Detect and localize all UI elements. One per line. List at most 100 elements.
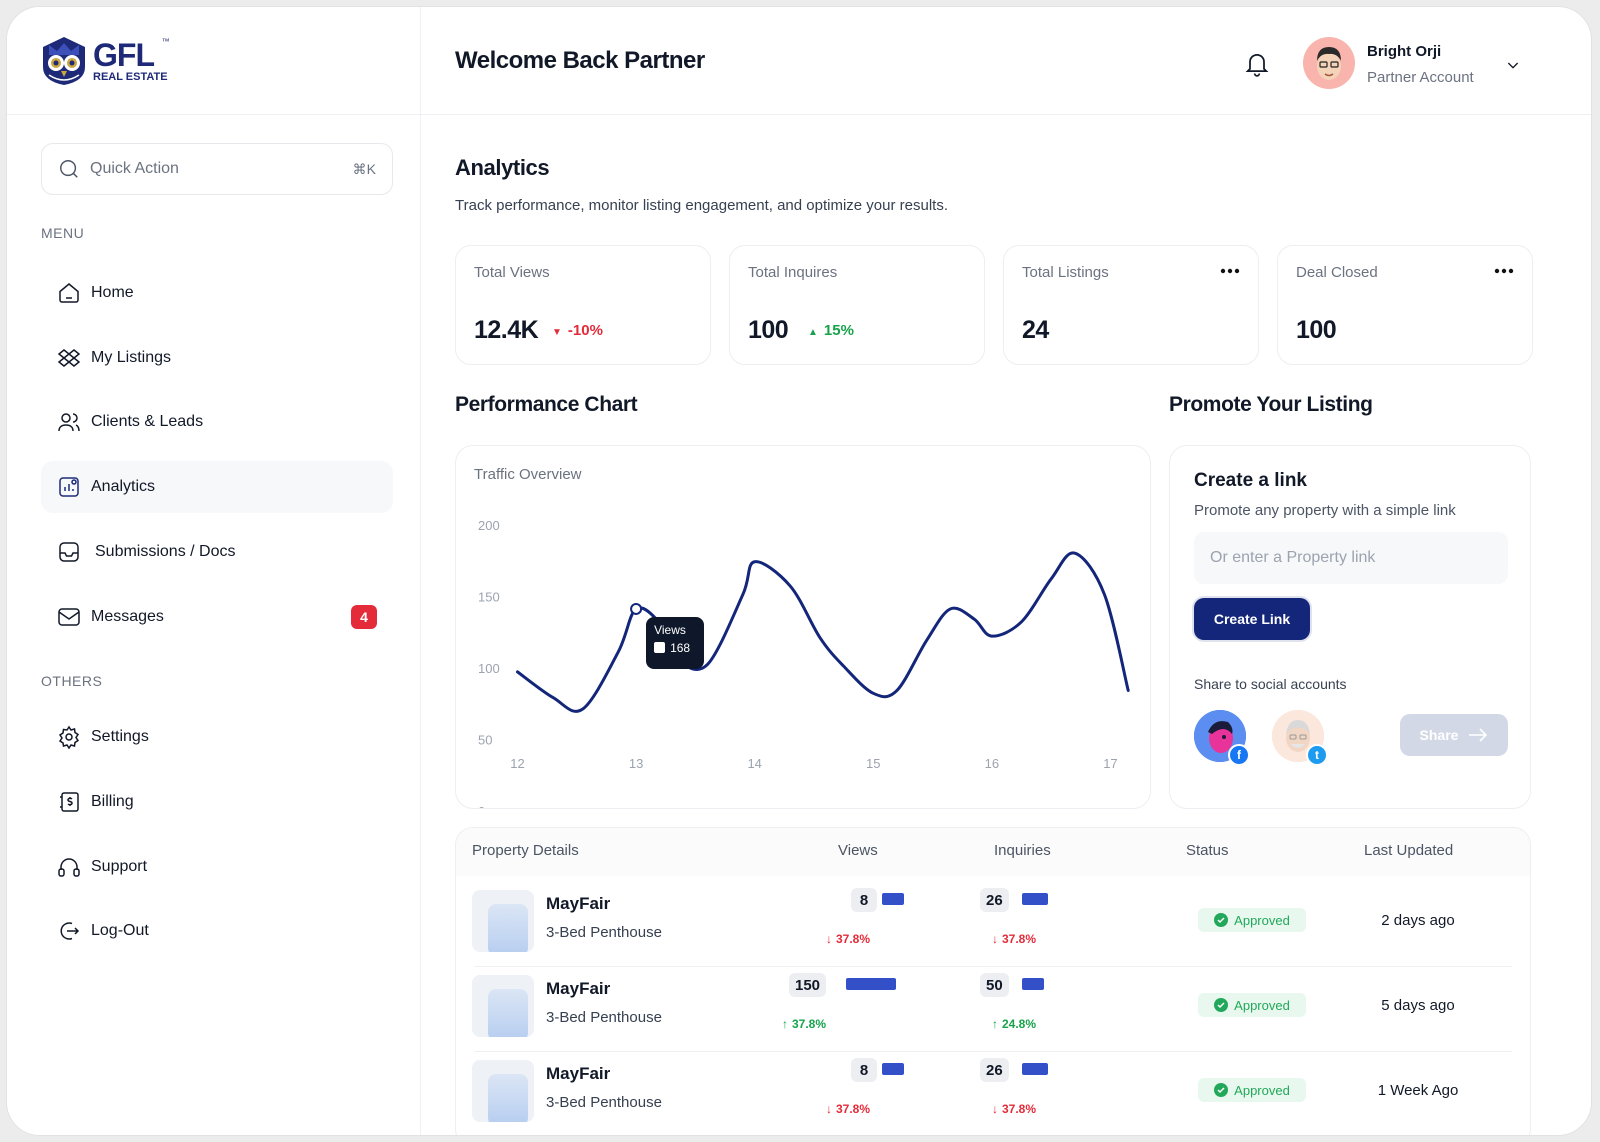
sidebar-item-home[interactable]: Home [41, 267, 393, 319]
others-label: OTHERS [41, 673, 103, 689]
share-button[interactable]: Share [1400, 714, 1508, 756]
sidebar-item-messages[interactable]: Messages 4 [41, 591, 393, 643]
gear-icon [58, 725, 80, 749]
sidebar-item-analytics[interactable]: Analytics [41, 461, 393, 513]
sidebar-item-log-out[interactable]: Log-Out [41, 905, 393, 957]
chevron-down-icon[interactable] [1505, 57, 1521, 73]
social-account-facebook[interactable]: f [1194, 710, 1250, 766]
performance-title: Performance Chart [455, 393, 638, 416]
status-badge: Approved [1198, 1078, 1306, 1102]
property-table: Property Details Views Inquiries Status … [455, 827, 1531, 1135]
headset-icon [58, 858, 80, 877]
views-bar [882, 893, 904, 905]
inquiries-count: 26 [980, 888, 1009, 912]
chart-highlight-point[interactable] [630, 602, 643, 615]
legend-swatch-icon [654, 642, 666, 654]
inquiries-bar [1022, 978, 1044, 990]
sidebar: GFL REAL ESTATE ™ Quick Action ⌘K MENU H… [7, 7, 421, 1135]
search-shortcut: ⌘K [352, 160, 376, 177]
property-thumbnail [472, 890, 534, 952]
facebook-icon: f [1228, 744, 1250, 766]
views-count: 8 [851, 1058, 877, 1082]
trend-arrow-icon: ↑ [992, 1017, 998, 1031]
sidebar-item-my-listings[interactable]: My Listings [41, 332, 393, 384]
mail-icon [58, 608, 80, 626]
trend-arrow-icon: ↓ [826, 1102, 832, 1116]
logout-icon [60, 922, 80, 940]
sidebar-item-clients-leads[interactable]: Clients & Leads [41, 396, 393, 448]
home-icon [59, 283, 79, 303]
listings-icon [57, 349, 81, 367]
chart-tooltip: Views 168 [646, 616, 705, 669]
status-badge: Approved [1198, 993, 1306, 1017]
share-button-label: Share [1419, 727, 1459, 743]
memoji-face-icon [1317, 47, 1341, 80]
stat-label: Deal Closed [1296, 264, 1378, 281]
tooltip-value-row: 168 [654, 641, 696, 655]
social-account-twitter[interactable]: t [1272, 710, 1328, 766]
more-dots-icon[interactable] [1220, 268, 1240, 274]
bell-icon[interactable] [1243, 49, 1271, 77]
inquiries-bar [1022, 893, 1048, 905]
views-bar [846, 978, 896, 990]
property-thumbnail [472, 1060, 534, 1122]
topbar: Welcome Back Partner Bright Orji Partner… [421, 7, 1591, 115]
inbox-icon [59, 542, 79, 562]
property-type: 3-Bed Penthouse [546, 1009, 662, 1026]
stat-card-total-views: Total Views 12.4K ▼ -10% [455, 245, 711, 365]
create-link-button[interactable]: Create Link [1194, 598, 1310, 640]
quick-action-search[interactable]: Quick Action ⌘K [41, 143, 393, 195]
avatar[interactable] [1303, 37, 1355, 89]
views-count: 8 [851, 888, 877, 912]
stat-value: 100 [1296, 316, 1337, 344]
analytics-icon [59, 477, 79, 497]
y-tick-label: 200 [478, 518, 500, 533]
table-row[interactable]: MayFair 3-Bed Penthouse 8 ↓ 37.8% 26 ↓ 37.… [456, 882, 1530, 967]
sidebar-item-label: Settings [91, 728, 149, 745]
brand[interactable]: GFL REAL ESTATE ™ [7, 7, 420, 115]
column-header-property-details: Property Details [472, 842, 579, 859]
views-change: ↑ 37.8% [782, 1017, 827, 1031]
x-tick-label: 13 [629, 756, 643, 771]
inquiries-count: 50 [980, 973, 1009, 997]
page-welcome-title: Welcome Back Partner [455, 46, 705, 74]
status-badge: Approved [1198, 908, 1306, 932]
trend-arrow-icon: ↓ [826, 932, 832, 946]
property-name: MayFair [546, 894, 611, 913]
property-link-input[interactable] [1194, 532, 1508, 584]
sidebar-item-label: Log-Out [91, 922, 149, 939]
search-icon [60, 160, 78, 178]
table-row[interactable]: MayFair 3-Bed Penthouse 8 ↓ 37.8% 26 ↓ 37.… [456, 1052, 1530, 1135]
sidebar-item-billing[interactable]: Billing [41, 776, 393, 828]
app-window: GFL REAL ESTATE ™ Quick Action ⌘K MENU H… [6, 6, 1592, 1136]
x-tick-label: 12 [510, 756, 524, 771]
caret-down-icon: ▼ [552, 327, 562, 338]
more-dots-icon[interactable] [1494, 268, 1514, 274]
x-tick-label: 15 [866, 756, 880, 771]
stat-value: 12.4K [474, 316, 539, 344]
table-row[interactable]: MayFair 3-Bed Penthouse 150 ↑ 37.8% 50 ↑ 2… [456, 967, 1530, 1052]
stat-value: 100 [748, 316, 789, 344]
last-updated: 5 days ago [1381, 997, 1455, 1014]
property-name: MayFair [546, 979, 611, 998]
property-thumbnail [472, 975, 534, 1037]
inquiries-change: ↓ 37.8% [992, 932, 1037, 946]
column-header-views: Views [838, 842, 878, 859]
brand-sub: REAL ESTATE [93, 70, 168, 83]
tooltip-label: Views [654, 622, 686, 637]
sidebar-item-settings[interactable]: Settings [41, 711, 393, 763]
stat-delta: ▲ 15% [808, 322, 854, 339]
last-updated: 2 days ago [1381, 912, 1455, 929]
arrow-right-icon [1469, 728, 1488, 742]
stat-card-deal-closed: Deal Closed 100 [1277, 245, 1533, 365]
inquiries-change: ↑ 24.8% [992, 1017, 1037, 1031]
trend-arrow-icon: ↑ [782, 1017, 788, 1031]
user-role: Partner Account [1367, 69, 1474, 86]
sidebar-item-submissions-docs[interactable]: Submissions / Docs [41, 526, 393, 578]
messages-badge: 4 [351, 605, 377, 629]
caret-up-icon: ▲ [808, 327, 818, 338]
sidebar-item-support[interactable]: Support [41, 841, 393, 893]
y-tick-label: 50 [478, 733, 492, 748]
promote-card-subtitle: Promote any property with a simple link [1194, 502, 1456, 519]
promote-card-title: Create a link [1194, 470, 1307, 491]
